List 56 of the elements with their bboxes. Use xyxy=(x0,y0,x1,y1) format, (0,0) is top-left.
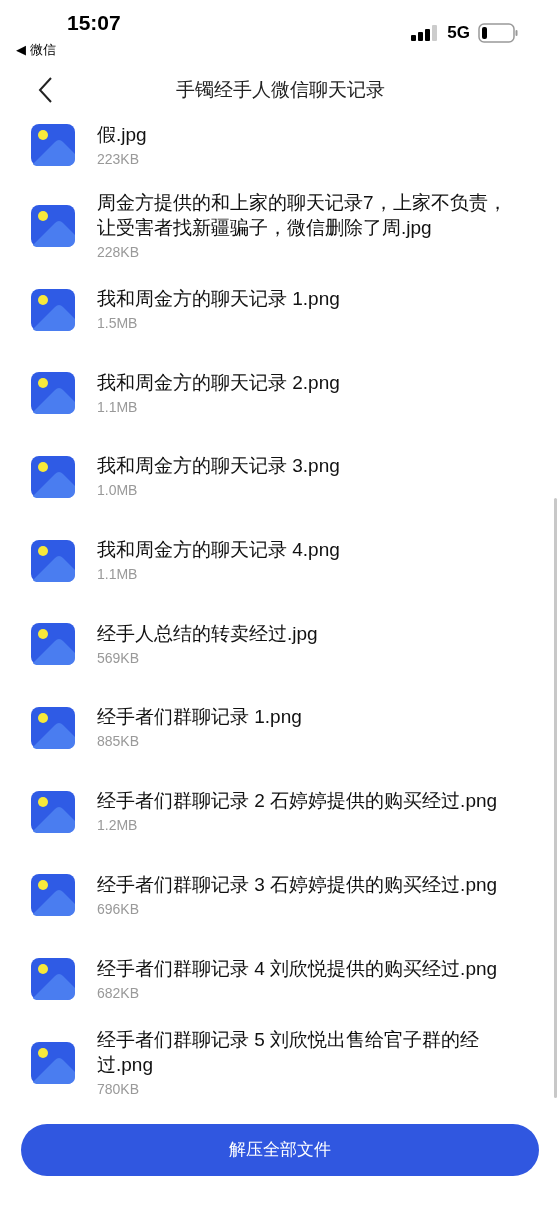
file-item[interactable]: 经手者们群聊记录 3 石婷婷提供的购买经过.png 696KB xyxy=(0,853,560,938)
file-size: 1.5MB xyxy=(97,314,139,334)
file-name: 我和周金方的聊天记录 1.png xyxy=(97,287,340,312)
file-name: 经手者们群聊记录 4 刘欣悦提供的购买经过.png xyxy=(97,956,498,981)
extract-all-button[interactable]: 解压全部文件 xyxy=(21,1124,539,1176)
file-name: 经手者们群聊记录 3 石婷婷提供的购买经过.png xyxy=(97,872,498,897)
image-file-icon xyxy=(31,124,75,166)
file-item[interactable]: 周金方提供的和上家的聊天记录7，上家不负责，让受害者找新疆骗子，微信删除了周.jpg 228KB xyxy=(0,184,560,268)
back-to-app-link[interactable]: ◀ 微信 xyxy=(16,40,121,60)
image-file-icon xyxy=(31,706,75,749)
file-name: 经手者们群聊记录 2 石婷婷提供的购买经过.png xyxy=(97,789,498,814)
image-file-icon xyxy=(31,958,75,1001)
file-item[interactable]: 经手者们群聊记录 4 刘欣悦提供的购买经过.png 682KB xyxy=(0,937,560,1021)
file-item[interactable]: 经手者们群聊记录 2 石婷婷提供的购买经过.png 1.2MB xyxy=(0,769,560,854)
file-size: 1.1MB xyxy=(97,397,139,417)
file-size: 682KB xyxy=(97,983,141,1003)
image-file-icon xyxy=(31,874,75,917)
file-name: 经手人总结的转卖经过.jpg xyxy=(97,621,318,646)
image-file-icon xyxy=(31,539,75,582)
file-item[interactable]: 我和周金方的聊天记录 2.png 1.1MB xyxy=(0,351,560,436)
image-file-icon xyxy=(31,1041,75,1084)
signal-icon xyxy=(411,25,440,41)
file-name: 我和周金方的聊天记录 2.png xyxy=(97,370,340,395)
file-size: 223KB xyxy=(97,149,141,169)
back-icon[interactable] xyxy=(37,76,53,104)
file-size: 1.0MB xyxy=(97,481,139,501)
file-name: 假.jpg xyxy=(97,122,147,147)
image-file-icon xyxy=(31,204,75,247)
file-item[interactable]: 假.jpg 223KB xyxy=(0,112,560,184)
file-item[interactable]: 我和周金方的聊天记录 4.png 1.1MB xyxy=(0,518,560,603)
file-size: 696KB xyxy=(97,899,141,919)
file-size: 569KB xyxy=(97,648,141,668)
file-item[interactable]: 我和周金方的聊天记录 1.png 1.5MB xyxy=(0,267,560,352)
image-file-icon xyxy=(31,372,75,415)
file-item[interactable]: 经手人总结的转卖经过.jpg 569KB xyxy=(0,602,560,687)
network-label: 5G xyxy=(447,22,470,45)
file-size: 1.2MB xyxy=(97,816,139,836)
file-item[interactable]: 经手者们群聊记录 5 刘欣悦出售给官子群的经过.png 780KB xyxy=(0,1020,560,1105)
file-size: 885KB xyxy=(97,732,141,752)
page-title: 手镯经手人微信聊天记录 xyxy=(175,77,385,102)
image-file-icon xyxy=(31,790,75,833)
file-size: 1.1MB xyxy=(97,565,139,585)
file-name: 我和周金方的聊天记录 4.png xyxy=(97,538,340,563)
battery-icon xyxy=(478,23,518,43)
file-name: 周金方提供的和上家的聊天记录7，上家不负责，让受害者找新疆骗子，微信删除了周.jpg xyxy=(97,190,508,240)
file-size: 780KB xyxy=(97,1079,141,1099)
file-name: 经手者们群聊记录 1.png xyxy=(97,705,302,730)
image-file-icon xyxy=(31,623,75,666)
status-time: 15:07 xyxy=(66,10,121,36)
file-name: 经手者们群聊记录 5 刘欣悦出售给官子群的经过.png xyxy=(97,1027,481,1077)
file-size: 228KB xyxy=(97,242,141,262)
image-file-icon xyxy=(31,455,75,498)
file-item[interactable]: 我和周金方的聊天记录 3.png 1.0MB xyxy=(0,435,560,519)
file-name: 我和周金方的聊天记录 3.png xyxy=(97,454,340,479)
image-file-icon xyxy=(31,288,75,331)
file-item[interactable]: 经手者们群聊记录 1.png 885KB xyxy=(0,686,560,770)
